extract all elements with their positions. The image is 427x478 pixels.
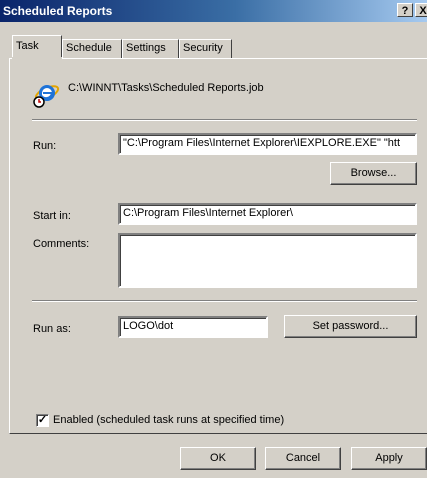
tab-task[interactable]: Task [12,35,62,59]
tab-strip: Task Schedule Settings Security [0,22,427,62]
help-button[interactable]: ? [397,3,413,17]
ok-button[interactable]: OK [180,447,256,470]
apply-button[interactable]: Apply [351,447,427,470]
task-panel [9,58,427,434]
cancel-button[interactable]: Cancel [265,447,341,470]
close-button[interactable]: X [415,3,427,17]
tab-schedule[interactable]: Schedule [62,39,122,58]
window-title: Scheduled Reports [3,4,113,18]
tab-settings[interactable]: Settings [122,39,179,58]
tab-security[interactable]: Security [179,39,232,58]
active-tab-joiner [12,57,62,60]
title-bar[interactable]: Scheduled Reports ? X [0,0,427,22]
